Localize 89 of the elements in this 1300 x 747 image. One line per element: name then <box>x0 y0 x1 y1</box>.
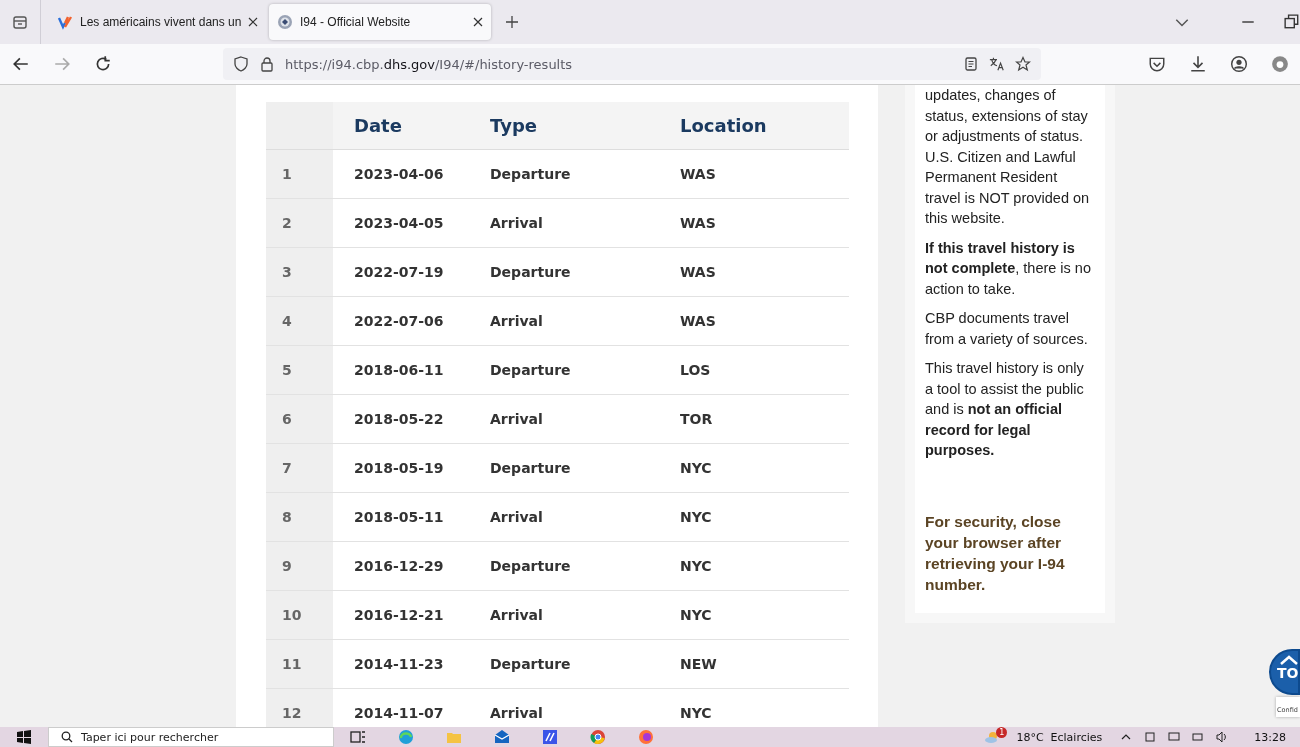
pocket-icon[interactable] <box>1148 55 1166 73</box>
reader-view-icon[interactable] <box>963 56 979 72</box>
date-cell: 2022-07-06 <box>333 296 489 345</box>
back-icon[interactable] <box>12 55 30 73</box>
location-cell: WAS <box>679 198 849 247</box>
shield-icon[interactable] <box>233 56 249 72</box>
security-note: For security, close your browser after retrieving your I-94 number. <box>925 511 1066 595</box>
type-cell: Departure <box>489 443 679 492</box>
clock-text[interactable]: 13:28 <box>1254 730 1286 744</box>
notification-badge: 1 <box>996 727 1008 738</box>
reload-icon[interactable] <box>94 55 112 73</box>
url-text: https://i94.cbp.dhs.gov/I94/#/history-results <box>285 56 573 72</box>
date-cell: 2016-12-21 <box>333 590 489 639</box>
type-cell: Arrival <box>489 394 679 443</box>
location-cell: WAS <box>679 149 849 198</box>
type-cell: Departure <box>489 639 679 688</box>
restore-icon[interactable] <box>1284 14 1300 30</box>
info-paragraph: This travel history is only a tool to assist the public and is not an official record for legal purposes. <box>925 359 1085 460</box>
weather-text[interactable]: 18°C Eclaircies <box>1016 730 1103 744</box>
type-cell: Arrival <box>489 492 679 541</box>
firefox-icon[interactable] <box>638 729 654 745</box>
favicon-icon <box>57 14 73 30</box>
windows-start-icon[interactable] <box>16 729 32 745</box>
row-number: 9 <box>266 541 333 590</box>
type-cell: Departure <box>489 541 679 590</box>
chrome-icon[interactable] <box>590 729 606 745</box>
back-to-top-button[interactable]: TO <box>1269 649 1300 695</box>
date-cell: 2022-07-19 <box>333 247 489 296</box>
row-number: 11 <box>266 639 333 688</box>
browser-tab[interactable]: Les américains vivent dans un <box>49 4 265 40</box>
type-cell: Departure <box>489 247 679 296</box>
location-cell: WAS <box>679 296 849 345</box>
task-view-icon[interactable] <box>350 729 366 745</box>
date-cell: 2023-04-05 <box>333 198 489 247</box>
row-number: 8 <box>266 492 333 541</box>
row-number: 2 <box>266 198 333 247</box>
date-cell: 2018-05-11 <box>333 492 489 541</box>
new-tab-icon[interactable] <box>505 15 519 29</box>
row-number: 7 <box>266 443 333 492</box>
column-header: Type <box>489 102 679 149</box>
type-cell: Departure <box>489 345 679 394</box>
location-cell: LOS <box>679 345 849 394</box>
translate-icon[interactable] <box>989 56 1005 72</box>
row-number: 12 <box>266 688 333 727</box>
search-icon <box>61 731 73 743</box>
tab-overview-icon[interactable] <box>12 14 28 30</box>
date-cell: 2018-05-22 <box>333 394 489 443</box>
extension-icon[interactable] <box>1271 55 1289 73</box>
row-number: 1 <box>266 149 333 198</box>
row-number: 6 <box>266 394 333 443</box>
date-cell: 2018-05-19 <box>333 443 489 492</box>
location-cell: TOR <box>679 394 849 443</box>
type-cell: Arrival <box>489 198 679 247</box>
close-icon[interactable] <box>248 17 259 27</box>
account-icon[interactable] <box>1230 55 1248 73</box>
location-cell: NYC <box>679 443 849 492</box>
browser-tab[interactable]: I94 - Official Website <box>269 4 491 40</box>
download-icon[interactable] <box>1189 55 1207 73</box>
column-header: Date <box>333 102 489 149</box>
location-cell: NYC <box>679 541 849 590</box>
location-cell: WAS <box>679 247 849 296</box>
date-cell: 2016-12-29 <box>333 541 489 590</box>
date-cell: 2014-11-23 <box>333 639 489 688</box>
info-paragraph: CBP documents travel from a variety of sources. <box>925 309 1089 349</box>
seal-icon <box>277 14 293 30</box>
location-cell: NYC <box>679 492 849 541</box>
column-header: Location <box>679 102 849 149</box>
date-cell: 2023-04-06 <box>333 149 489 198</box>
info-paragraph: updates, changes of status, extensions of stay or adjustments of status. U.S. Citizen and Lawful Permanent Resident travel is NOT provided on this website. <box>925 86 1091 228</box>
chevron-up-icon <box>1279 655 1298 665</box>
volume-icon[interactable] <box>1216 731 1229 743</box>
row-number: 3 <box>266 247 333 296</box>
info-paragraph: If this travel history is not complete, there is no action to take. <box>925 238 1092 299</box>
row-number: 4 <box>266 296 333 345</box>
taskbar-search-field[interactable]: Taper ici pour rechercher <box>48 727 334 747</box>
location-cell: NEW <box>679 639 849 688</box>
type-cell: Departure <box>489 149 679 198</box>
lock-icon[interactable] <box>259 56 275 72</box>
location-cell: NYC <box>679 590 849 639</box>
type-cell: Arrival <box>489 296 679 345</box>
row-number: 5 <box>266 345 333 394</box>
app-icon[interactable] <box>542 729 558 745</box>
bookmark-star-icon[interactable] <box>1015 56 1031 72</box>
row-number: 10 <box>266 590 333 639</box>
close-icon[interactable] <box>473 17 483 27</box>
mail-icon[interactable] <box>494 729 510 745</box>
address-bar[interactable]: https://i94.cbp.dhs.gov/I94/#/history-results <box>223 48 1041 80</box>
date-cell: 2018-06-11 <box>333 345 489 394</box>
type-cell: Arrival <box>489 590 679 639</box>
